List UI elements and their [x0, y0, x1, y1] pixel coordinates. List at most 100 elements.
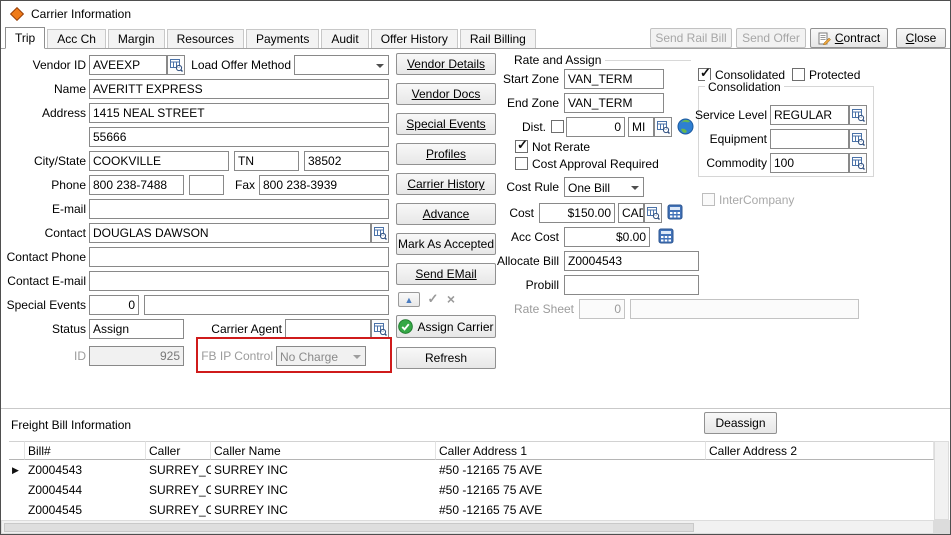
contact-email-input[interactable]	[89, 271, 389, 291]
tab-resources[interactable]: Resources	[167, 29, 244, 48]
cost-calculator-button[interactable]	[667, 204, 685, 222]
deassign-button[interactable]: Deassign	[704, 412, 777, 434]
end-zone-label: End Zone	[481, 93, 559, 113]
state-input[interactable]: TN	[234, 151, 299, 171]
fax-input[interactable]: 800 238-3939	[259, 175, 389, 195]
tab-rail-billing[interactable]: Rail Billing	[460, 29, 536, 48]
vendor-id-lookup-button[interactable]	[167, 55, 185, 75]
column-header-caller-name[interactable]: Caller Name	[211, 441, 436, 460]
commodity-input[interactable]: 100	[770, 153, 849, 173]
tab-acc-ch[interactable]: Acc Ch	[47, 29, 106, 48]
dist-unit-lookup-button[interactable]	[654, 117, 672, 137]
acc-cost-calculator-button[interactable]	[658, 228, 676, 246]
acc-cost-input[interactable]: $0.00	[564, 227, 650, 247]
phone-ext-input[interactable]	[189, 175, 224, 195]
table-row[interactable]: ▶ Z0004543 SURREY_CU SURREY INC #50 -121…	[9, 460, 934, 480]
send-rail-bill-button[interactable]: Send Rail Bill	[650, 28, 732, 48]
carrier-agent-input[interactable]	[285, 319, 371, 339]
address2-input[interactable]: 55666	[89, 127, 389, 147]
protected-checkbox[interactable]	[792, 68, 805, 81]
zip-input[interactable]: 38502	[304, 151, 389, 171]
special-events-button-label: Special Events	[406, 117, 485, 131]
address-input[interactable]: 1415 NEAL STREET	[89, 103, 389, 123]
tab-margin[interactable]: Margin	[108, 29, 165, 48]
not-rerate-checkbox[interactable]	[515, 140, 528, 153]
contact-phone-label: Contact Phone	[3, 247, 86, 267]
close-button[interactable]: Close	[896, 28, 946, 48]
titlebar: Carrier Information	[1, 1, 950, 27]
cost-input[interactable]: $150.00	[539, 203, 615, 223]
start-zone-input[interactable]: VAN_TERM	[564, 69, 664, 89]
service-level-input[interactable]: REGULAR	[770, 105, 849, 125]
column-header-caller[interactable]: Caller	[146, 441, 211, 460]
cost-label: Cost	[469, 203, 534, 223]
vendor-id-input[interactable]: AVEEXP	[89, 55, 167, 75]
cost-approval-label: Cost Approval Required	[532, 157, 659, 171]
rate-sheet-label: Rate Sheet	[494, 299, 574, 319]
contract-icon	[818, 32, 831, 45]
vertical-scrollbar[interactable]	[934, 441, 949, 520]
phone-input[interactable]: 800 238-7488	[89, 175, 184, 195]
special-events-button[interactable]: Special Events	[396, 113, 496, 135]
contact-lookup-button[interactable]	[371, 223, 389, 243]
special-events-text-input[interactable]	[144, 295, 389, 315]
tab-offer-history[interactable]: Offer History	[371, 29, 458, 48]
cost-currency-lookup-button[interactable]	[644, 203, 662, 223]
dist-unit-input[interactable]: MI	[628, 117, 654, 137]
status-label: Status	[3, 319, 86, 339]
lookup-icon	[647, 207, 660, 220]
tab-audit[interactable]: Audit	[321, 29, 368, 48]
carrier-agent-lookup-button[interactable]	[371, 319, 389, 339]
refresh-button[interactable]: Refresh	[396, 347, 496, 369]
chevron-down-icon	[631, 186, 639, 190]
contact-phone-input[interactable]	[89, 247, 389, 267]
table-row[interactable]: Z0004544 SURREY_CU SURREY INC #50 -12165…	[9, 480, 934, 500]
send-offer-button[interactable]: Send Offer	[736, 28, 806, 48]
tab-trip[interactable]: Trip	[5, 27, 45, 49]
not-rerate-label: Not Rerate	[532, 140, 590, 154]
city-input[interactable]: COOKVILLE	[89, 151, 229, 171]
caller-address2-cell	[706, 500, 934, 520]
load-offer-method-label: Load Offer Method	[187, 55, 291, 75]
horizontal-scrollbar-thumb[interactable]	[4, 523, 694, 532]
confirm-icon[interactable]: ✓	[425, 291, 441, 307]
rate-and-assign-title: Rate and Assign	[514, 53, 601, 67]
calculator-icon	[658, 228, 674, 244]
tab-payments[interactable]: Payments	[246, 29, 319, 48]
table-row[interactable]: Z0004545 SURREY_CU SURREY INC #50 -12165…	[9, 500, 934, 520]
contact-input[interactable]: DOUGLAS DAWSON	[89, 223, 371, 243]
cost-rule-select[interactable]: One Bill	[564, 177, 644, 197]
load-offer-method-select[interactable]	[294, 55, 389, 75]
profiles-label: Profiles	[426, 147, 466, 161]
dist-input[interactable]: 0	[566, 117, 625, 137]
freight-section-divider	[1, 408, 951, 409]
column-header-caller-address-1[interactable]: Caller Address 1	[436, 441, 706, 460]
cancel-icon[interactable]: ×	[443, 291, 459, 307]
assign-carrier-button[interactable]: Assign Carrier	[396, 315, 496, 338]
equipment-input[interactable]	[770, 129, 849, 149]
cost-approval-checkbox[interactable]	[515, 157, 528, 170]
equipment-lookup-button[interactable]	[849, 129, 867, 149]
email-input[interactable]	[89, 199, 389, 219]
column-header-bill[interactable]: Bill#	[25, 441, 146, 460]
service-level-lookup-button[interactable]	[849, 105, 867, 125]
allocate-bill-input[interactable]: Z0004543	[564, 251, 699, 271]
consolidation-title: Consolidation	[705, 80, 784, 94]
lookup-icon	[852, 157, 865, 170]
probill-input[interactable]	[564, 275, 699, 295]
sort-ascending-button[interactable]: ▲	[398, 292, 420, 307]
dist-checkbox[interactable]	[551, 120, 564, 133]
sort-up-icon: ▲	[405, 295, 414, 305]
special-events-count-input[interactable]: 0	[89, 295, 139, 315]
status-input[interactable]: Assign	[89, 319, 184, 339]
fb-ip-control-highlight-box	[196, 337, 392, 373]
contract-button[interactable]: Contract	[810, 28, 888, 48]
horizontal-scrollbar[interactable]	[1, 520, 934, 534]
profiles-button[interactable]: Profiles	[396, 143, 496, 165]
column-header-caller-address-2[interactable]: Caller Address 2	[706, 441, 934, 460]
commodity-lookup-button[interactable]	[849, 153, 867, 173]
name-input[interactable]: AVERITT EXPRESS	[89, 79, 389, 99]
cost-currency-input[interactable]: CAD	[618, 203, 644, 223]
end-zone-input[interactable]: VAN_TERM	[564, 93, 664, 113]
caller-name-cell: SURREY INC	[211, 460, 436, 480]
